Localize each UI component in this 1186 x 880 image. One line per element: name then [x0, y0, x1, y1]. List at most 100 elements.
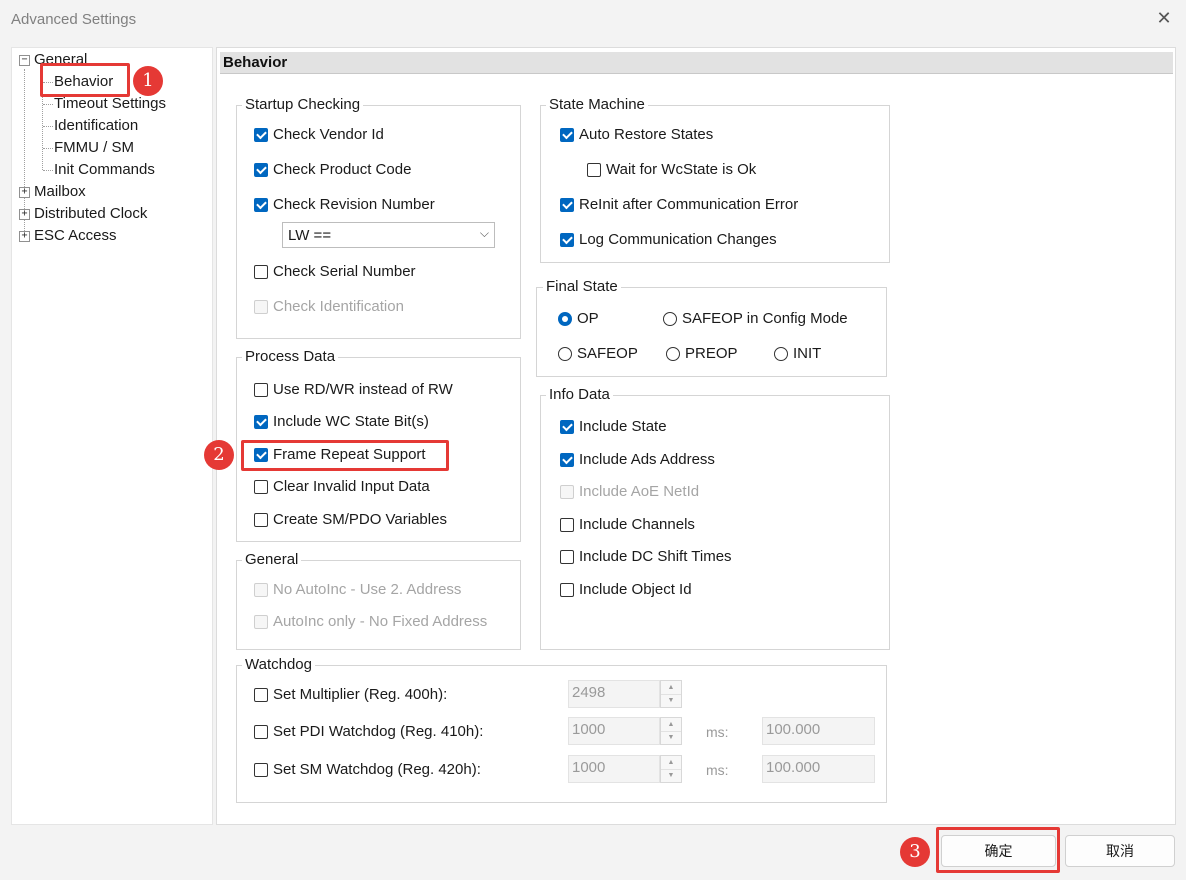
- final-state-op-radio[interactable]: OP: [558, 310, 599, 327]
- spin-down-icon[interactable]: ▼: [661, 694, 681, 707]
- checkbox-icon: [254, 299, 268, 314]
- tree-item-distributed-clock[interactable]: Distributed Clock: [34, 204, 147, 224]
- annotation-badge-3: 3: [900, 837, 930, 867]
- radio-icon: [558, 346, 572, 361]
- sm-ms-input[interactable]: 100.000: [762, 755, 875, 783]
- final-state-preop-radio[interactable]: PREOP: [666, 345, 738, 362]
- general-group: [236, 560, 521, 650]
- no-autoinc-checkbox[interactable]: No AutoInc - Use 2. Address: [254, 581, 461, 598]
- include-dc-shift-checkbox[interactable]: Include DC Shift Times: [560, 548, 732, 565]
- startup-checking-legend: Startup Checking: [242, 96, 364, 113]
- annotation-highlight-behavior: [40, 63, 130, 97]
- set-sm-watchdog-checkbox[interactable]: Set SM Watchdog (Reg. 420h):: [254, 761, 481, 778]
- pdi-ms-input[interactable]: 100.000: [762, 717, 875, 745]
- checkbox-icon: [587, 162, 601, 177]
- include-object-id-checkbox[interactable]: Include Object Id: [560, 581, 692, 598]
- include-state-checkbox[interactable]: Include State: [560, 418, 667, 435]
- check-vendor-id-checkbox[interactable]: Check Vendor Id: [254, 126, 384, 143]
- final-state-init-radio[interactable]: INIT: [774, 345, 821, 362]
- log-communication-checkbox[interactable]: Log Communication Changes: [560, 231, 777, 248]
- revision-compare-select[interactable]: LW == ⌵: [282, 222, 495, 248]
- collapse-icon[interactable]: −: [19, 55, 30, 66]
- window-title: Advanced Settings: [11, 11, 137, 28]
- checkbox-icon: [254, 414, 268, 429]
- chevron-down-icon: ⌵: [479, 226, 489, 240]
- checkbox-icon: [254, 512, 268, 527]
- close-icon[interactable]: ✕: [1154, 8, 1174, 28]
- title-bar: [0, 0, 1186, 38]
- create-sm-pdo-checkbox[interactable]: Create SM/PDO Variables: [254, 511, 447, 528]
- annotation-highlight-frame-repeat: [241, 440, 449, 471]
- checkbox-icon: [254, 724, 268, 739]
- clear-invalid-input-checkbox[interactable]: Clear Invalid Input Data: [254, 478, 430, 495]
- radio-icon: [666, 346, 680, 361]
- spin-up-icon[interactable]: ▲: [661, 718, 681, 732]
- tree-item-identification[interactable]: Identification: [54, 116, 138, 136]
- checkbox-icon: [560, 549, 574, 564]
- check-revision-number-checkbox[interactable]: Check Revision Number: [254, 196, 435, 213]
- set-pdi-watchdog-checkbox[interactable]: Set PDI Watchdog (Reg. 410h):: [254, 723, 483, 740]
- radio-icon: [663, 311, 677, 326]
- checkbox-icon: [560, 517, 574, 532]
- check-product-code-checkbox[interactable]: Check Product Code: [254, 161, 411, 178]
- multiplier-input[interactable]: 2498: [568, 680, 660, 708]
- watchdog-legend: Watchdog: [242, 656, 315, 673]
- general-legend: General: [242, 551, 302, 568]
- expand-icon[interactable]: +: [19, 209, 30, 220]
- cancel-button[interactable]: 取消: [1065, 835, 1175, 867]
- radio-icon: [558, 311, 572, 326]
- section-title: Behavior: [223, 54, 288, 71]
- expand-icon[interactable]: +: [19, 187, 30, 198]
- checkbox-icon: [254, 162, 268, 177]
- reinit-after-error-checkbox[interactable]: ReInit after Communication Error: [560, 196, 798, 213]
- spin-down-icon[interactable]: ▼: [661, 769, 681, 782]
- info-data-legend: Info Data: [546, 386, 613, 403]
- include-ads-address-checkbox[interactable]: Include Ads Address: [560, 451, 715, 468]
- spin-down-icon[interactable]: ▼: [661, 731, 681, 744]
- annotation-highlight-ok: [936, 827, 1060, 873]
- sm-ms-label: ms:: [706, 762, 729, 778]
- check-identification-checkbox[interactable]: Check Identification: [254, 298, 404, 315]
- auto-restore-states-checkbox[interactable]: Auto Restore States: [560, 126, 713, 143]
- settings-tree: − General Behavior Timeout Settings Iden…: [11, 47, 213, 825]
- check-serial-number-checkbox[interactable]: Check Serial Number: [254, 263, 416, 280]
- set-multiplier-checkbox[interactable]: Set Multiplier (Reg. 400h):: [254, 686, 447, 703]
- checkbox-icon: [560, 582, 574, 597]
- pdi-watchdog-input[interactable]: 1000: [568, 717, 660, 745]
- include-channels-checkbox[interactable]: Include Channels: [560, 516, 695, 533]
- checkbox-icon: [254, 127, 268, 142]
- checkbox-icon: [254, 687, 268, 702]
- checkbox-icon: [254, 582, 268, 597]
- annotation-badge-2: 2: [204, 440, 234, 470]
- checkbox-icon: [254, 197, 268, 212]
- spin-up-icon[interactable]: ▲: [661, 756, 681, 770]
- tree-item-timeout-settings[interactable]: Timeout Settings: [54, 94, 166, 114]
- checkbox-icon: [560, 232, 574, 247]
- autoinc-only-checkbox[interactable]: AutoInc only - No Fixed Address: [254, 613, 487, 630]
- checkbox-icon: [560, 197, 574, 212]
- revision-compare-value: LW ==: [288, 227, 332, 244]
- tree-item-fmmu-sm[interactable]: FMMU / SM: [54, 138, 134, 158]
- checkbox-icon: [254, 614, 268, 629]
- process-data-legend: Process Data: [242, 348, 339, 365]
- state-machine-legend: State Machine: [546, 96, 648, 113]
- tree-item-mailbox[interactable]: Mailbox: [34, 182, 86, 202]
- use-rdwr-checkbox[interactable]: Use RD/WR instead of RW: [254, 381, 453, 398]
- checkbox-icon: [254, 762, 268, 777]
- checkbox-icon: [560, 127, 574, 142]
- tree-item-esc-access[interactable]: ESC Access: [34, 226, 117, 246]
- section-header: [220, 52, 1173, 74]
- sm-watchdog-input[interactable]: 1000: [568, 755, 660, 783]
- wait-wcstate-checkbox[interactable]: Wait for WcState is Ok: [587, 161, 756, 178]
- final-state-safeop-radio[interactable]: SAFEOP: [558, 345, 638, 362]
- spin-up-icon[interactable]: ▲: [661, 681, 681, 695]
- annotation-badge-1: 1: [133, 66, 163, 96]
- checkbox-icon: [560, 452, 574, 467]
- include-aoe-netid-checkbox[interactable]: Include AoE NetId: [560, 483, 699, 500]
- include-wc-state-checkbox[interactable]: Include WC State Bit(s): [254, 413, 429, 430]
- tree-item-init-commands[interactable]: Init Commands: [54, 160, 155, 180]
- expand-icon[interactable]: +: [19, 231, 30, 242]
- pdi-ms-label: ms:: [706, 724, 729, 740]
- checkbox-icon: [254, 382, 268, 397]
- final-state-safeop-config-radio[interactable]: SAFEOP in Config Mode: [663, 310, 848, 327]
